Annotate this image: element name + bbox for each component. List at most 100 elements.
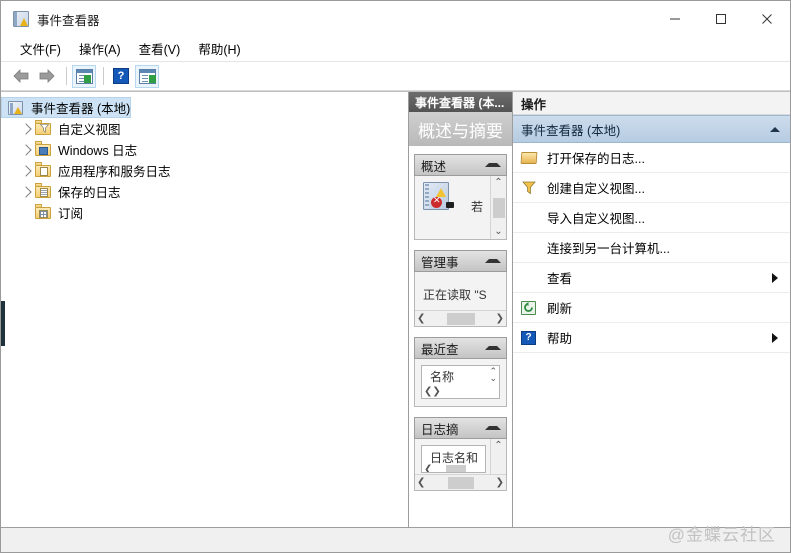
action-open-saved-log[interactable]: 打开保存的日志...	[513, 143, 790, 173]
log-summary-list[interactable]: 日志名和 ❮	[421, 445, 486, 473]
scroll-right-icon[interactable]: ❯	[496, 314, 504, 324]
scroll-up-icon[interactable]: ⌃	[494, 178, 502, 188]
action-import-custom-view[interactable]: 导入自定义视图...	[513, 203, 790, 233]
toolbar-help-button[interactable]: ?	[109, 65, 133, 88]
action-create-custom-view[interactable]: 创建自定义视图...	[513, 173, 790, 203]
action-help[interactable]: ? 帮助	[513, 323, 790, 353]
scroll-thumb[interactable]	[448, 477, 474, 489]
window-controls	[652, 1, 790, 37]
action-connect-to-another-computer[interactable]: 连接到另一台计算机...	[513, 233, 790, 263]
tree-item-saved-logs[interactable]: 保存的日志	[1, 181, 408, 202]
open-folder-icon	[521, 150, 538, 166]
tree-item-windows-logs[interactable]: Windows 日志	[1, 139, 408, 160]
menu-file[interactable]: 文件(F)	[12, 37, 71, 61]
column-sort-icon[interactable]: ⌃⌄	[489, 368, 497, 382]
group-administrative-events-header[interactable]: 管理事	[414, 250, 507, 272]
scroll-left-icon[interactable]: ❮	[417, 314, 425, 324]
tree-item-custom-views[interactable]: 自定义视图	[1, 118, 408, 139]
app-service-logs-folder-icon	[35, 163, 52, 178]
collapse-caret-icon[interactable]	[770, 127, 780, 132]
tree-item-applications-and-services-logs[interactable]: 应用程序和服务日志	[1, 160, 408, 181]
collapse-caret-icon[interactable]	[485, 346, 501, 350]
action-label: 帮助	[547, 328, 572, 347]
toolbar-separator-1	[66, 67, 67, 85]
admin-events-horizontal-scrollbar[interactable]: ❮ ❯	[415, 310, 506, 326]
maximize-button[interactable]	[698, 1, 744, 37]
overview-vertical-scrollbar[interactable]: ⌃ ⌄	[490, 176, 506, 239]
show-hide-action-pane-icon	[139, 69, 156, 84]
tree-item-label: 自定义视图	[58, 119, 121, 138]
group-overview-text: 若	[471, 198, 483, 215]
back-arrow-icon	[12, 69, 30, 83]
event-viewer-window: 事件查看器 文件(F) 操作(A) 查看(V) 帮助(H)	[0, 0, 791, 553]
group-overview-header[interactable]: 概述	[414, 154, 507, 176]
log-summary-horizontal-scrollbar[interactable]: ❮ ❯	[415, 474, 506, 490]
group-overview-body: 若 ⌃ ⌄	[414, 176, 507, 240]
custom-views-folder-icon	[35, 121, 52, 136]
group-administrative-events-title: 管理事	[421, 252, 459, 271]
summary-pane-body: 概述 若 ⌃ ⌄	[409, 146, 512, 527]
menu-bar: 文件(F) 操作(A) 查看(V) 帮助(H)	[1, 37, 790, 62]
group-recently-viewed-nodes-header[interactable]: 最近查	[414, 337, 507, 359]
expand-chevron-icon[interactable]	[19, 125, 35, 133]
scroll-thumb[interactable]	[446, 465, 466, 473]
scroll-left-icon[interactable]: ❮	[417, 478, 425, 488]
actions-pane-title: 操作	[513, 92, 790, 115]
scroll-left-icon[interactable]: ❮	[424, 387, 432, 397]
forward-arrow-icon	[38, 69, 56, 83]
action-label: 导入自定义视图...	[547, 208, 645, 227]
action-label: 打开保存的日志...	[547, 148, 645, 167]
scroll-up-icon[interactable]: ⌃	[494, 441, 502, 451]
scroll-thumb[interactable]	[493, 198, 505, 218]
help-icon: ?	[113, 68, 129, 84]
action-label: 查看	[547, 268, 572, 287]
tree-item-subscriptions[interactable]: 订阅	[1, 202, 408, 223]
minimize-button[interactable]	[652, 1, 698, 37]
actions-group-header[interactable]: 事件查看器 (本地)	[513, 115, 790, 143]
summary-pane: 事件查看器 (本... 概述与摘要 概述 若 ⌃	[409, 92, 513, 527]
tree-item-label: 订阅	[58, 203, 83, 222]
scroll-right-icon[interactable]: ❯	[432, 387, 440, 397]
action-refresh[interactable]: 刷新	[513, 293, 790, 323]
scroll-thumb[interactable]	[447, 313, 475, 325]
group-log-summary-header[interactable]: 日志摘	[414, 417, 507, 439]
menu-view[interactable]: 查看(V)	[131, 37, 191, 61]
console-tree-pane: 事件查看器 (本地) 自定义视图 Windows 日志	[1, 92, 409, 527]
group-administrative-events-text: 正在读取 "S	[415, 272, 506, 303]
recently-viewed-column-name: 名称	[422, 366, 499, 385]
expand-chevron-icon[interactable]	[19, 146, 35, 154]
group-administrative-events: 管理事 正在读取 "S ❮ ❯	[414, 250, 507, 327]
event-viewer-icon	[13, 11, 29, 27]
group-log-summary-body: 日志名和 ❮ ⌃ ⌄ ❮	[414, 439, 507, 491]
collapse-caret-icon[interactable]	[485, 163, 501, 167]
menu-action[interactable]: 操作(A)	[71, 37, 131, 61]
group-administrative-events-body: 正在读取 "S ❮ ❯	[414, 272, 507, 327]
expand-chevron-icon[interactable]	[19, 188, 35, 196]
forward-button[interactable]	[35, 65, 59, 88]
main-content: 事件查看器 (本地) 自定义视图 Windows 日志	[1, 91, 790, 527]
action-view[interactable]: 查看	[513, 263, 790, 293]
recently-viewed-list[interactable]: 名称 ⌃⌄ ❮ ❯	[421, 365, 500, 399]
scroll-right-icon[interactable]: ❯	[496, 478, 504, 488]
window-title: 事件查看器	[37, 10, 652, 29]
collapse-caret-icon[interactable]	[485, 259, 501, 263]
scroll-down-icon[interactable]: ⌄	[494, 227, 502, 237]
tree-item-label: 保存的日志	[58, 182, 121, 201]
tree-root-event-viewer[interactable]: 事件查看器 (本地)	[1, 97, 131, 118]
show-hide-action-pane-button[interactable]	[135, 65, 159, 88]
toolbar: ?	[1, 62, 790, 91]
recently-viewed-horizontal-scrollbar[interactable]: ❮ ❯	[422, 385, 499, 398]
menu-help[interactable]: 帮助(H)	[190, 37, 250, 61]
title-bar: 事件查看器	[1, 1, 790, 37]
expand-chevron-icon[interactable]	[19, 167, 35, 175]
action-label: 连接到另一台计算机...	[547, 238, 670, 257]
scroll-left-icon[interactable]: ❮	[424, 465, 432, 473]
action-label: 刷新	[547, 298, 572, 317]
show-hide-console-tree-button[interactable]	[72, 65, 96, 88]
back-button[interactable]	[9, 65, 33, 88]
collapse-caret-icon[interactable]	[485, 426, 501, 430]
summary-pane-header: 事件查看器 (本...	[409, 92, 512, 112]
close-button[interactable]	[744, 1, 790, 37]
action-label: 创建自定义视图...	[547, 178, 645, 197]
tree-item-label: Windows 日志	[58, 140, 137, 159]
